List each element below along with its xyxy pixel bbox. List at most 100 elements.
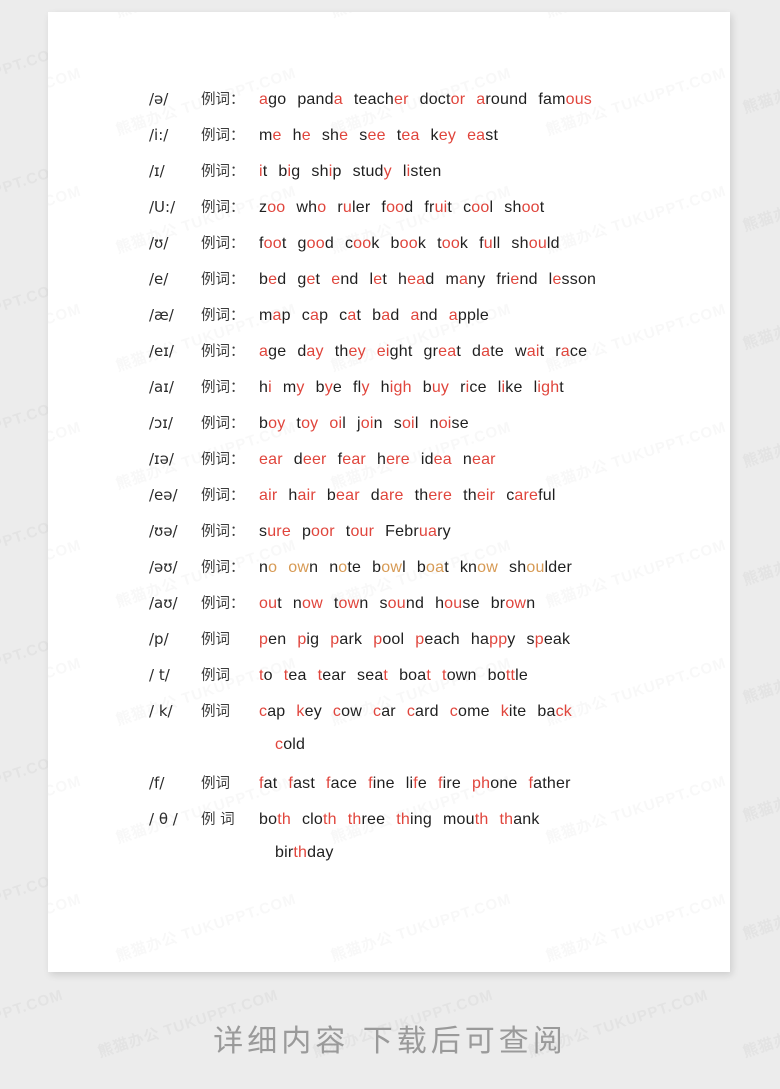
example-word: father xyxy=(529,775,571,793)
example-word: house xyxy=(435,595,480,613)
phonetic-row: /U:/例词： zoo who ruler food fruit cool shoot xyxy=(48,196,730,232)
highlighted-letters: p xyxy=(373,631,383,648)
example-word: park xyxy=(330,631,362,649)
plain-letters: n xyxy=(292,595,302,612)
example-word: tear xyxy=(318,667,346,685)
example-word: speak xyxy=(527,631,571,649)
plain-letters: ow xyxy=(341,703,362,720)
example-word: air xyxy=(259,487,277,505)
plain-letters: round xyxy=(485,91,528,108)
document-page: 熊猫办公 TUKUPPT.COM 熊猫办公 TUKUPPT.COM 熊猫办公 TUK… xyxy=(48,12,730,972)
phonetic-row: /p/例词 pen pig park pool peach happy speak xyxy=(48,628,730,664)
plain-letters: h xyxy=(380,379,390,396)
phonetic-row-continuation: birthday xyxy=(48,844,730,880)
example-word: now xyxy=(293,595,323,613)
watermark-text: 熊猫办公 TUKUPPT.COM xyxy=(740,161,780,236)
plain-letters: sea xyxy=(357,667,384,684)
phonetic-symbol: /əʊ/ xyxy=(149,558,178,576)
highlighted-letters: ow xyxy=(381,559,403,576)
example-word: cat xyxy=(339,307,361,325)
example-word: date xyxy=(472,343,504,361)
example-word: soil xyxy=(394,415,419,433)
highlighted-letters: ai xyxy=(526,343,540,360)
phonetic-row: /æ/例词： map cap cat bad and apple xyxy=(48,304,730,340)
highlighted-letters: c xyxy=(406,703,416,720)
highlighted-letters: u xyxy=(483,235,493,252)
phonetic-symbol: /ʊə/ xyxy=(149,522,178,540)
phonetic-symbol: /ɔɪ/ xyxy=(149,414,173,432)
phonetic-symbol: /eɪ/ xyxy=(149,342,174,360)
highlighted-letters: ee xyxy=(367,127,386,144)
highlighted-letters: ou xyxy=(387,595,406,612)
example-word: hair xyxy=(288,487,316,505)
highlighted-letters: oi xyxy=(360,415,374,432)
highlighted-letters: ph xyxy=(472,775,491,792)
highlighted-letters: e xyxy=(306,271,316,288)
plain-letters: b xyxy=(390,235,400,252)
phonetic-row: / k/例词 cap key cow car card come kite back xyxy=(48,700,730,736)
plain-letters: m xyxy=(445,271,459,288)
highlighted-letters: c xyxy=(259,703,268,720)
watermark-text: 熊猫办公 TUKUPPT.COM xyxy=(740,751,780,826)
highlighted-letters: p xyxy=(259,631,269,648)
phonetic-row: /eɪ/例词： age day they eight great date wait race xyxy=(48,340,730,376)
plain-letters: ool xyxy=(382,631,405,648)
plain-letters: t xyxy=(539,343,545,360)
highlighted-letters: a xyxy=(410,307,420,324)
plain-letters: t xyxy=(356,307,362,324)
example-word: cap xyxy=(259,703,285,721)
plain-letters: g xyxy=(297,235,307,252)
highlighted-letters: c xyxy=(372,703,382,720)
example-word: thing xyxy=(396,811,432,829)
plain-letters: ine xyxy=(372,775,395,792)
phonetic-row-continuation: cold xyxy=(48,736,730,772)
highlighted-letters: oy xyxy=(301,415,319,432)
plain-letters: ld xyxy=(546,235,560,252)
plain-letters: t xyxy=(281,235,287,252)
example-word: careful xyxy=(506,487,555,505)
example-word: pool xyxy=(373,631,404,649)
example-word: toy xyxy=(296,415,318,433)
example-word-list: air hair bear dare there their careful xyxy=(259,487,730,505)
plain-letters: ba xyxy=(537,703,556,720)
highlighted-letters: oo xyxy=(263,235,282,252)
plain-letters: o xyxy=(263,667,273,684)
example-word: three xyxy=(348,811,385,829)
plain-letters: fri xyxy=(496,271,511,288)
example-word: apple xyxy=(449,307,489,325)
example-words-label: 例词： xyxy=(201,596,245,612)
phonetics-table: /ə/例词： ago panda teacher doctor around famous /… xyxy=(48,12,730,880)
example-word-list: age day they eight great date wait race xyxy=(259,343,730,361)
plain-letters: teach xyxy=(353,91,394,108)
example-word: happy xyxy=(471,631,516,649)
plain-letters: sh xyxy=(504,199,522,216)
highlighted-letters: a xyxy=(309,307,320,324)
plain-letters: Febr xyxy=(385,523,419,540)
plain-letters: bir xyxy=(275,844,294,861)
example-word: seat xyxy=(357,667,388,685)
plain-letters: one xyxy=(490,775,518,792)
example-word: full xyxy=(479,235,500,253)
example-words-label: 例词： xyxy=(201,164,245,180)
example-word: town xyxy=(334,595,369,613)
example-words-label: 例词： xyxy=(201,308,245,324)
example-word: panda xyxy=(297,91,343,109)
example-word-list: me he she see tea key east xyxy=(259,127,730,145)
example-word: they xyxy=(335,343,366,361)
example-word-list: cap key cow car card come kite back xyxy=(259,703,730,721)
highlighted-letters: th xyxy=(396,811,410,828)
highlighted-letters: oa xyxy=(426,559,445,576)
highlighted-letters: ere xyxy=(428,487,453,504)
phonetic-symbol: /e/ xyxy=(149,270,169,288)
plain-letters: nd xyxy=(419,307,438,324)
plain-letters: lder xyxy=(544,559,573,576)
phonetic-row: / t/例词 to tea tear seat boat town bottle xyxy=(48,664,730,700)
phonetic-symbol: /ʊ/ xyxy=(149,234,169,252)
plain-letters: s xyxy=(393,415,402,432)
highlighted-letters: e xyxy=(301,127,311,144)
highlighted-letters: p xyxy=(534,631,544,648)
highlighted-letters: e xyxy=(552,271,562,288)
example-word-list: out now town sound house brown xyxy=(259,595,730,613)
highlighted-letters: ea xyxy=(407,271,426,288)
example-word: rice xyxy=(460,379,487,397)
